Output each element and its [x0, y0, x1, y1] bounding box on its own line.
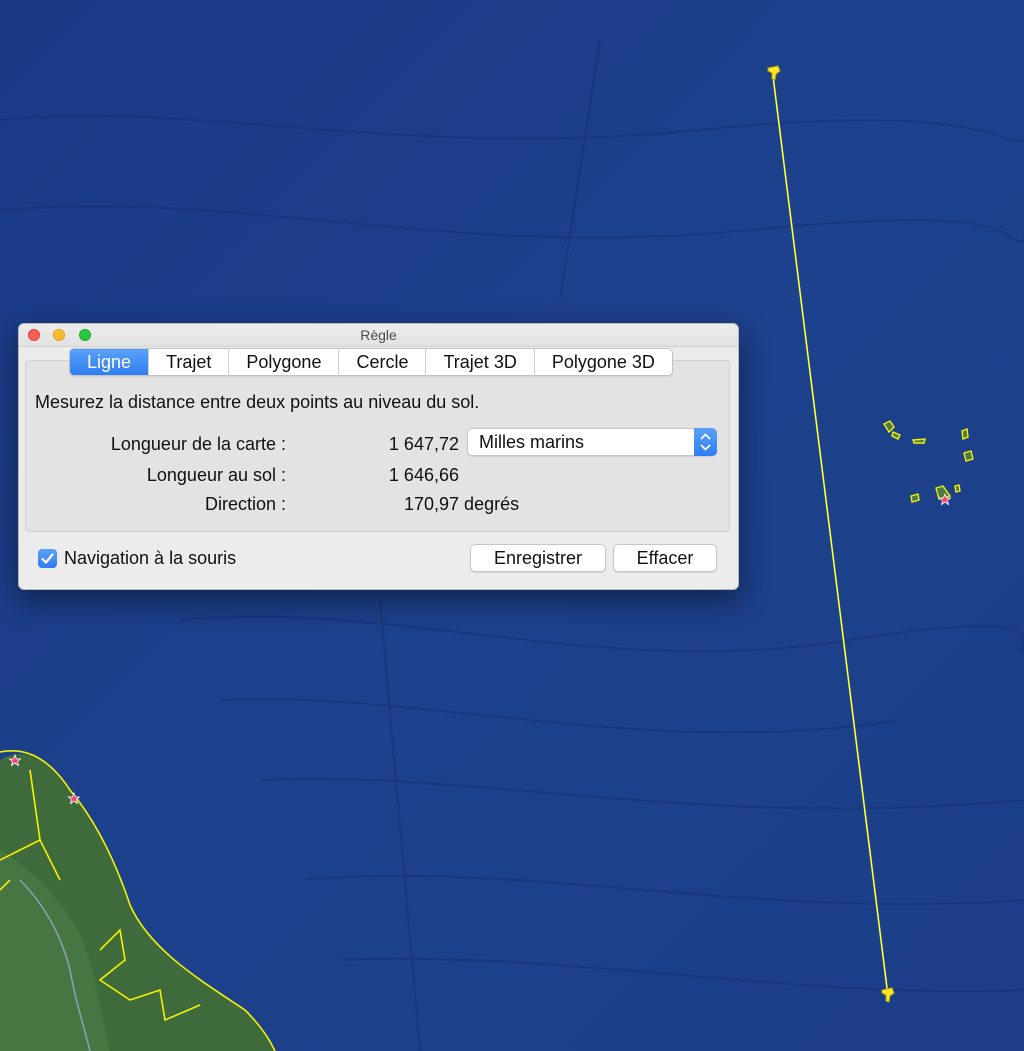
- chevron-updown-icon: [694, 428, 717, 456]
- tab-bar: Ligne Trajet Polygone Cercle Trajet 3D P…: [69, 348, 673, 376]
- ground-length-value: 1 646,66: [388, 465, 459, 485]
- mouse-navigation-checkbox[interactable]: [38, 549, 57, 568]
- tab-polygone[interactable]: Polygone: [228, 349, 338, 375]
- map-length-label: Longueur de la carte :: [110, 434, 286, 454]
- title-bar[interactable]: Règle: [19, 324, 738, 347]
- tab-trajet[interactable]: Trajet: [148, 349, 228, 375]
- checkmark-icon: [41, 553, 54, 564]
- unit-select[interactable]: Milles marins: [467, 428, 717, 456]
- direction-value: 170,97 degrés: [404, 494, 520, 514]
- direction-label: Direction :: [204, 494, 286, 514]
- tab-trajet-3d[interactable]: Trajet 3D: [425, 349, 533, 375]
- tab-cercle[interactable]: Cercle: [338, 349, 425, 375]
- ground-length-label: Longueur au sol :: [146, 465, 286, 485]
- save-button[interactable]: Enregistrer: [470, 544, 606, 572]
- window-title: Règle: [360, 327, 397, 343]
- unit-select-value: Milles marins: [479, 432, 585, 452]
- mouse-navigation-label[interactable]: Navigation à la souris: [64, 548, 236, 569]
- clear-button[interactable]: Effacer: [613, 544, 717, 572]
- tab-ligne[interactable]: Ligne: [70, 349, 149, 375]
- ruler-window[interactable]: Règle Ligne Trajet Polygone Cercle Traje…: [18, 323, 739, 590]
- tab-polygone-3d[interactable]: Polygone 3D: [533, 349, 672, 375]
- map-length-value: 1 647,72: [388, 434, 459, 454]
- description-text: Mesurez la distance entre deux points au…: [35, 392, 480, 412]
